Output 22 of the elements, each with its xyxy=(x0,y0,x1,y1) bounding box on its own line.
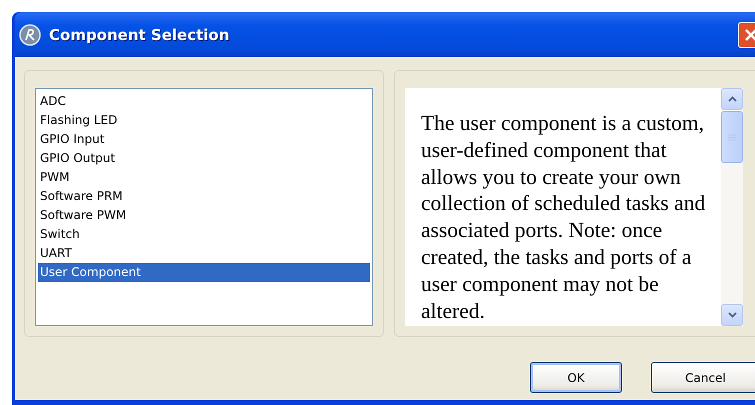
list-item[interactable]: GPIO Input xyxy=(38,130,370,149)
list-item[interactable]: Flashing LED xyxy=(38,111,370,130)
scroll-up-button[interactable] xyxy=(721,88,743,110)
list-item[interactable]: Software PWM xyxy=(38,206,370,225)
scrollbar-thumb[interactable] xyxy=(721,111,743,163)
list-item[interactable]: Switch xyxy=(38,225,370,244)
list-item[interactable]: UART xyxy=(38,244,370,263)
chevron-up-icon xyxy=(728,96,736,102)
list-item[interactable]: PWM xyxy=(38,168,370,187)
ok-button[interactable]: OK xyxy=(530,362,622,393)
scrollbar[interactable] xyxy=(721,88,743,326)
chevron-down-icon xyxy=(728,312,736,318)
list-item[interactable]: ADC xyxy=(38,92,370,111)
description-text: The user component is a custom, user-defined component that allows you to create your own collection of scheduled tasks and associated ports. Note: once created, the tasks and ports of a user component may not be altered. xyxy=(420,110,706,325)
scroll-down-button[interactable] xyxy=(721,304,743,326)
app-icon xyxy=(19,24,41,46)
list-item[interactable]: Software PRM xyxy=(38,187,370,206)
window-title: Component Selection xyxy=(49,26,230,44)
list-item[interactable]: User Component xyxy=(38,263,370,282)
cancel-button[interactable]: Cancel xyxy=(651,362,755,393)
list-item[interactable]: GPIO Output xyxy=(38,149,370,168)
close-icon xyxy=(744,28,755,42)
